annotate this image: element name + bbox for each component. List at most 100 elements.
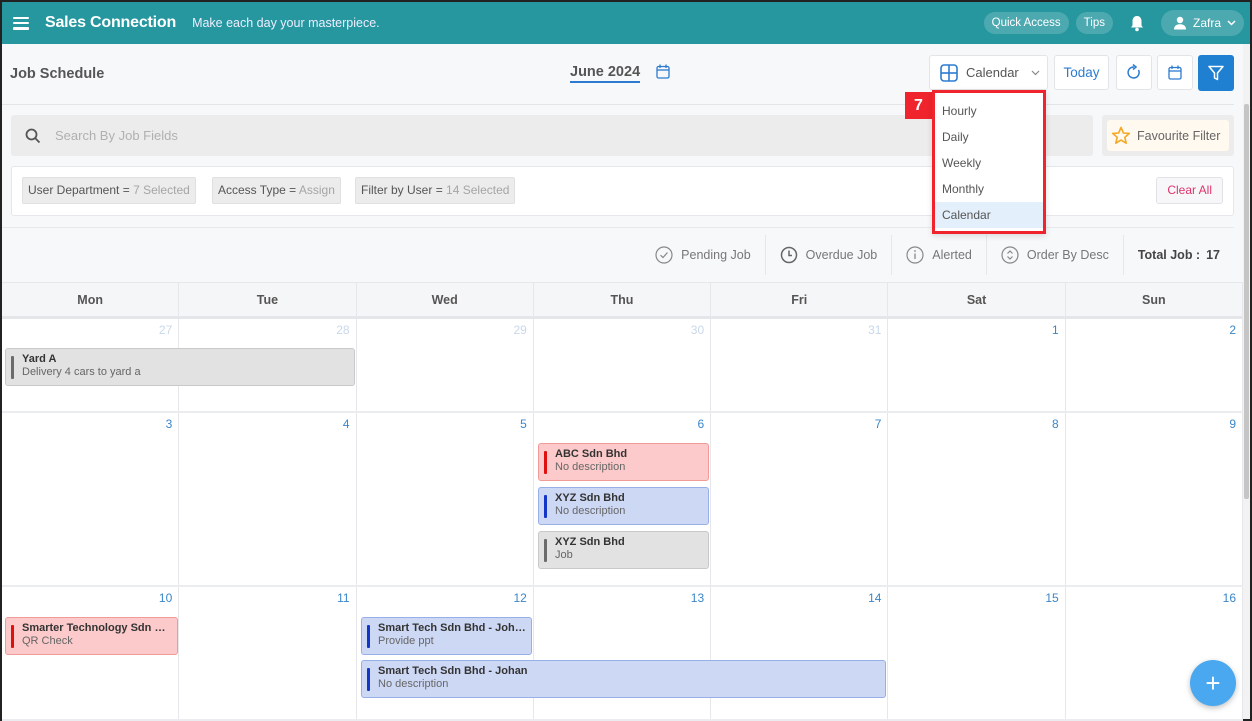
- total-value: 17: [1206, 248, 1220, 262]
- menu-item-weekly[interactable]: Weekly: [935, 150, 1043, 176]
- day-cell[interactable]: 11: [179, 587, 357, 719]
- filter-button[interactable]: [1198, 55, 1234, 91]
- bell-icon[interactable]: [1126, 12, 1148, 34]
- day-cell[interactable]: 30: [534, 319, 712, 411]
- filter-chip-filter-by-user[interactable]: Filter by User = 14 Selected: [355, 177, 516, 204]
- order-by-desc-toggle[interactable]: Order By Desc: [987, 235, 1124, 275]
- weekday-wed: Wed: [357, 283, 534, 317]
- user-icon: [1173, 16, 1186, 30]
- day-cell[interactable]: 29: [357, 319, 534, 411]
- day-cell[interactable]: 13: [534, 587, 712, 719]
- scrollbar[interactable]: [1243, 44, 1250, 719]
- day-cell[interactable]: 2: [1066, 319, 1243, 411]
- day-number: 14: [868, 591, 882, 605]
- event-yard-a[interactable]: Yard A Delivery 4 cars to yard a: [5, 348, 355, 386]
- today-button[interactable]: Today: [1054, 55, 1109, 90]
- day-number: 15: [1045, 591, 1059, 605]
- legend-overdue-job[interactable]: Overdue Job: [766, 235, 893, 275]
- chip-label: Filter by User: [361, 183, 433, 197]
- filter-chip-access-type[interactable]: Access Type = Assign: [212, 177, 341, 204]
- total-job-count: Total Job : 17: [1124, 248, 1234, 262]
- day-cell[interactable]: 15: [888, 587, 1066, 719]
- scrollbar-thumb[interactable]: [1244, 104, 1249, 499]
- add-job-button[interactable]: +: [1190, 660, 1236, 706]
- event-title: XYZ Sdn Bhd: [555, 492, 625, 504]
- weekday-fri: Fri: [711, 283, 889, 317]
- day-cell[interactable]: 1: [888, 319, 1066, 411]
- search-input[interactable]: [55, 128, 955, 143]
- event-xyz-sdn-bhd[interactable]: XYZ Sdn Bhd No description: [538, 487, 709, 525]
- tips-button[interactable]: Tips: [1075, 12, 1113, 34]
- clear-all-button[interactable]: Clear All: [1156, 177, 1223, 204]
- favourite-filter-label: Favourite Filter: [1137, 128, 1221, 143]
- event-smart-tech-johan-ppt[interactable]: Smart Tech Sdn Bhd - Johan Provide ppt: [361, 617, 532, 655]
- view-dropdown-menu: Hourly Daily Weekly Monthly Calendar: [932, 90, 1046, 234]
- day-cell[interactable]: 9: [1066, 413, 1243, 585]
- favourite-filter-button[interactable]: Favourite Filter: [1107, 120, 1229, 151]
- chip-value: 7 Selected: [133, 183, 190, 197]
- date-picker-button[interactable]: [1157, 55, 1193, 90]
- menu-item-calendar[interactable]: Calendar: [935, 202, 1043, 228]
- day-cell[interactable]: 7: [711, 413, 889, 585]
- page-header: Job Schedule June 2024 Calendar Today: [2, 44, 1234, 105]
- day-cell[interactable]: 8: [888, 413, 1066, 585]
- weekday-sat: Sat: [888, 283, 1066, 317]
- filter-icon: [1208, 65, 1224, 81]
- search-icon: [25, 128, 41, 143]
- chip-value: Assign: [298, 183, 335, 197]
- total-label: Total Job :: [1137, 248, 1201, 262]
- calendar-icon[interactable]: [656, 64, 670, 84]
- week-row: 10 11 12 13 14 15 16: [2, 587, 1243, 721]
- legend-label: Overdue Job: [805, 248, 878, 262]
- user-menu[interactable]: Zafra: [1160, 10, 1244, 36]
- event-xyz-sdn-bhd-job[interactable]: XYZ Sdn Bhd Job: [538, 531, 709, 569]
- event-title: Smarter Technology Sdn Bh...: [22, 622, 177, 634]
- chip-operator: =: [289, 183, 297, 197]
- menu-item-hourly[interactable]: Hourly: [935, 98, 1043, 124]
- event-description: No description: [555, 461, 626, 473]
- day-cell[interactable]: 4: [179, 413, 357, 585]
- day-number: 10: [158, 591, 173, 605]
- day-cell[interactable]: 14: [711, 587, 889, 719]
- event-smarter-technology[interactable]: Smarter Technology Sdn Bh... QR Check: [5, 617, 178, 655]
- chip-operator: =: [122, 183, 130, 197]
- day-number: 9: [1229, 417, 1236, 431]
- info-icon: [906, 246, 924, 264]
- refresh-button[interactable]: [1116, 55, 1152, 90]
- day-number: 1: [1052, 323, 1059, 337]
- page-title: Job Schedule: [10, 66, 105, 82]
- legend-alerted[interactable]: Alerted: [892, 235, 987, 275]
- legend-label: Order By Desc: [1026, 248, 1109, 262]
- chip-value: 14 Selected: [446, 183, 510, 197]
- job-legend: Pending Job Overdue Job Alerted Order By…: [2, 227, 1234, 282]
- legend-pending-job[interactable]: Pending Job: [641, 235, 766, 275]
- event-title: Yard A: [22, 353, 57, 365]
- month-selector[interactable]: June 2024: [570, 64, 641, 83]
- menu-item-monthly[interactable]: Monthly: [935, 176, 1043, 202]
- event-smart-tech-johan[interactable]: Smart Tech Sdn Bhd - Johan No descriptio…: [361, 660, 886, 698]
- event-title: Smart Tech Sdn Bhd - Johan: [378, 622, 528, 634]
- day-number: 13: [690, 591, 705, 605]
- day-cell[interactable]: 3: [2, 413, 180, 585]
- day-cell[interactable]: 31: [711, 319, 889, 411]
- menu-item-daily[interactable]: Daily: [935, 124, 1043, 150]
- star-icon: [1111, 126, 1131, 144]
- day-number: 2: [1229, 323, 1236, 337]
- filter-chip-user-department[interactable]: User Department = 7 Selected: [22, 177, 196, 204]
- calendar-weekday-header: Mon Tue Wed Thu Fri Sat Sun: [2, 282, 1243, 319]
- quick-access-button[interactable]: Quick Access: [983, 12, 1069, 34]
- legend-label: Alerted: [932, 248, 972, 262]
- chip-label: Access Type: [218, 183, 286, 197]
- event-description: Job: [555, 549, 573, 561]
- view-select[interactable]: Calendar: [929, 55, 1048, 90]
- menu-icon[interactable]: [13, 16, 29, 30]
- step-badge: 7: [905, 92, 932, 119]
- event-description: Provide ppt: [378, 635, 434, 647]
- event-abc-sdn-bhd[interactable]: ABC Sdn Bhd No description: [538, 443, 709, 481]
- day-number: 11: [337, 591, 350, 605]
- event-description: Delivery 4 cars to yard a: [22, 366, 141, 378]
- day-number: 29: [513, 323, 527, 337]
- day-cell[interactable]: 5: [357, 413, 534, 585]
- day-number: 31: [868, 323, 882, 337]
- chevron-down-icon: [1031, 70, 1040, 75]
